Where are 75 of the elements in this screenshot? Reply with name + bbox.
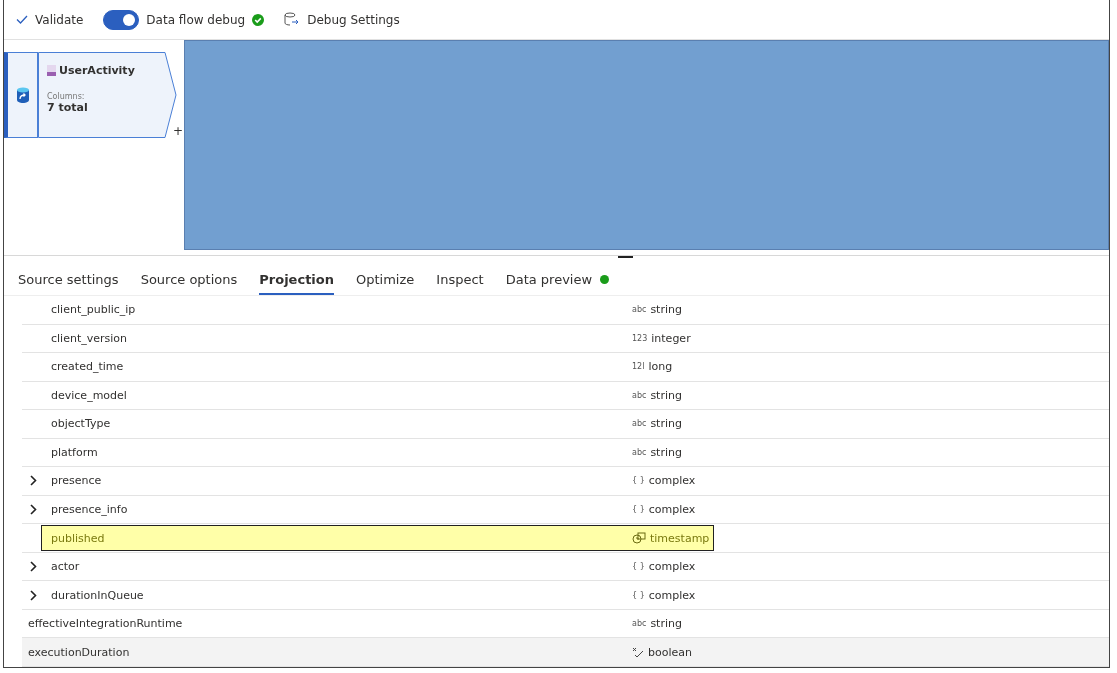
tab[interactable]: Source options [140, 263, 238, 295]
type-symbol: 123 [632, 333, 648, 343]
add-step-plus[interactable]: + [172, 124, 183, 138]
debug-settings-button[interactable]: Debug Settings [282, 10, 402, 29]
type-symbol: { } [632, 590, 645, 600]
node-title: UserActivity [59, 64, 135, 77]
chevron-icon[interactable] [30, 475, 37, 487]
type-symbol: 12l [632, 362, 645, 372]
field-name: presence [51, 474, 103, 488]
source-node-icon-panel[interactable] [4, 52, 38, 138]
chevron-icon[interactable] [30, 589, 37, 601]
field-row[interactable]: actor { } complex [41, 553, 714, 580]
field-type: complex [648, 503, 696, 516]
field-name: created_time [51, 360, 125, 374]
field-row[interactable]: presence { } complex [41, 467, 714, 494]
field-name: objectType [51, 417, 112, 431]
highlighted-field-row[interactable]: published timestamp [41, 525, 714, 551]
field-name: device_model [51, 388, 128, 402]
field-type: integer [651, 331, 691, 345]
field-row[interactable]: objectType abc string [41, 410, 714, 437]
field-name: executionDuration [28, 645, 131, 659]
tab[interactable]: Data preview [505, 263, 610, 295]
type-symbol: abc [632, 419, 647, 429]
field-row[interactable]: created_time 12l long [41, 353, 714, 380]
validate-button[interactable]: Validate [14, 10, 86, 29]
source-node-card[interactable] [38, 52, 180, 138]
field-type: complex [648, 560, 696, 574]
field-type: boolean [648, 645, 692, 659]
field-row[interactable]: durationInQueue { } complex [41, 582, 714, 609]
field-type: complex [648, 588, 696, 602]
type-symbol: { } [632, 476, 645, 486]
field-name: actor [51, 560, 81, 574]
database-icon [16, 87, 29, 103]
field-name: client_version [51, 331, 128, 345]
type-symbol: abc [632, 447, 647, 457]
field-name: client_public_ip [51, 303, 137, 317]
chevron-icon[interactable] [30, 561, 37, 573]
field-name: effectiveIntegrationRuntime [28, 617, 184, 631]
field-name: durationInQueue [51, 588, 145, 602]
tab[interactable]: Projection [259, 263, 334, 295]
dataset-icon [47, 65, 56, 76]
field-type: long [648, 360, 673, 374]
columns-count: 7 total [47, 101, 89, 114]
field-type: string [650, 445, 682, 459]
field-type: string [650, 388, 682, 402]
field-type: timestamp [650, 531, 710, 545]
type-symbol: { } [632, 505, 645, 514]
field-row[interactable]: platform abc string [41, 439, 714, 466]
debug-toggle[interactable] [103, 9, 140, 30]
field-row[interactable]: client_version 123 integer [41, 325, 714, 352]
field-name: presence_info [51, 503, 129, 516]
field-row[interactable]: executionDuration boolean [22, 638, 1109, 667]
field-type: string [650, 417, 682, 431]
type-symbol: abc [632, 390, 647, 400]
field-type: string [650, 617, 682, 631]
tab[interactable]: Inspect [436, 263, 484, 295]
field-row[interactable]: client_public_ip abc string [41, 296, 714, 323]
type-symbol: abc [632, 305, 647, 315]
type-symbol: abc [632, 619, 647, 629]
type-symbol: { } [632, 562, 645, 572]
check-icon [16, 15, 28, 24]
clock-calendar-icon [632, 532, 646, 544]
chevron-icon[interactable] [30, 504, 37, 515]
columns-label: Columns: [47, 92, 86, 101]
field-row[interactable]: presence_info { } complex [41, 496, 714, 523]
cross-check-icon [632, 646, 644, 658]
database-arrow-icon [284, 12, 301, 27]
field-name: platform [51, 445, 99, 459]
field-row[interactable]: device_model abc string [41, 382, 714, 409]
tab[interactable]: Source settings [18, 263, 119, 295]
field-type: complex [648, 474, 696, 488]
debug-label: Data flow debug [146, 12, 246, 27]
tab[interactable]: Optimize [356, 263, 415, 295]
field-name: published [51, 531, 106, 545]
field-type: string [650, 303, 682, 317]
